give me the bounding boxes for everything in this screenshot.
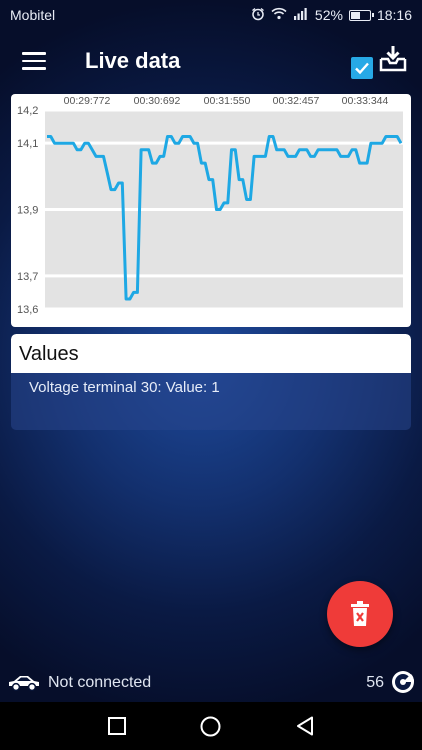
x-tick-label: 00:32:457 [273, 95, 320, 107]
x-tick-label: 00:33:344 [342, 95, 389, 107]
system-nav-bar [0, 702, 422, 750]
status-bar: Mobitel 52% 18:16 [0, 0, 422, 30]
values-list: Voltage terminal 30: Value: 1 [11, 373, 411, 430]
x-tick-label: 00:31:550 [204, 95, 251, 107]
delete-icon [351, 601, 369, 626]
x-tick-label: 00:29:772 [64, 95, 111, 107]
hamburger-menu-icon[interactable] [22, 52, 46, 70]
clock: 18:16 [376, 7, 412, 23]
recent-apps-button[interactable] [108, 717, 126, 740]
battery-level [350, 11, 360, 19]
alarm-icon [251, 7, 265, 24]
y-tick-label: 14,1 [17, 138, 38, 150]
live-data-chart: 14,2 14,1 13,9 13,7 13,6 00:29:772 00:30:692 00… [11, 94, 411, 327]
download-tray-icon[interactable] [378, 44, 408, 74]
wifi-icon [271, 7, 287, 23]
delete-button[interactable] [327, 581, 393, 647]
y-tick-label: 13,9 [17, 205, 38, 217]
connection-status: Not connected [48, 674, 152, 691]
values-header: Values [11, 334, 411, 373]
signal-icon [293, 7, 309, 23]
connection-bar: Not connected 56 [0, 668, 422, 698]
home-button[interactable] [200, 716, 221, 742]
dial-icon[interactable] [391, 670, 415, 699]
y-tick-label: 13,7 [17, 271, 38, 283]
page-title: Live data [85, 48, 181, 73]
back-button[interactable] [296, 716, 314, 741]
chart-svg: 14,2 14,1 13,9 13,7 13,6 00:29:772 00:30:692 00… [17, 95, 403, 316]
car-icon [8, 674, 40, 697]
carrier-name: Mobitel [10, 7, 56, 23]
battery-icon [348, 9, 374, 21]
counter-value: 56 [366, 674, 384, 691]
values-panel: Values Voltage terminal 30: Value: 1 [11, 334, 411, 430]
value-row-label: Voltage terminal 30: Value: 1 [29, 379, 220, 396]
y-tick-label: 13,6 [17, 304, 38, 316]
value-row-checkbox[interactable] [351, 57, 373, 79]
x-tick-label: 00:30:692 [134, 95, 181, 107]
battery-percent: 52% [314, 7, 343, 23]
status-icons: 52% 18:16 [251, 7, 412, 24]
y-tick-label: 14,2 [17, 105, 38, 117]
